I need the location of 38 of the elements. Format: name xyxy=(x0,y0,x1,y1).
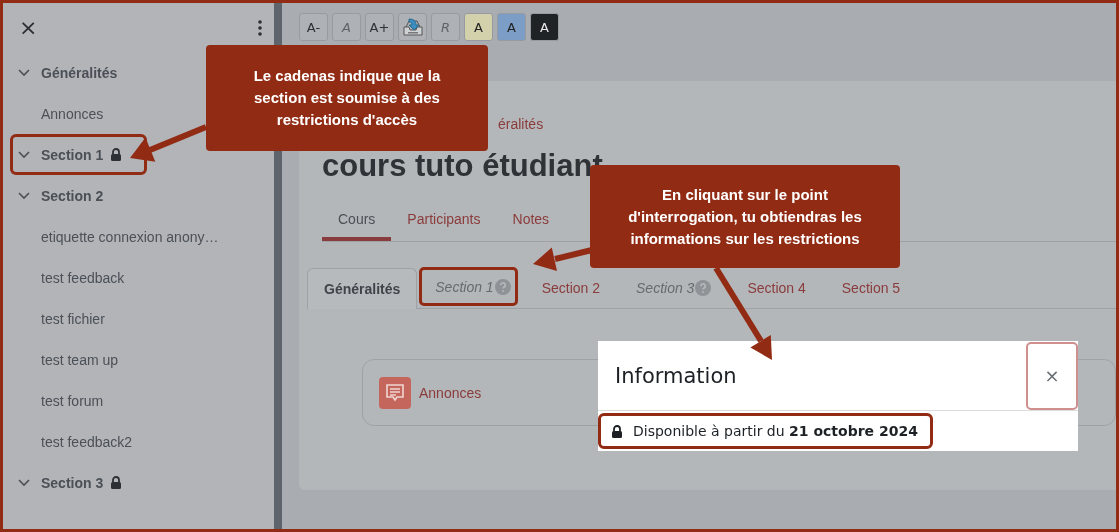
toolbar-button[interactable] xyxy=(398,13,427,41)
section-tab[interactable]: Section 2 xyxy=(541,277,600,299)
arrow xyxy=(533,247,593,271)
callout-tooltip: En cliquant sur le point d'interrogation, tu obtiendras les informations sur les restrictions xyxy=(590,165,900,268)
section-tab[interactable]: Section 1 xyxy=(419,267,518,306)
toolbar-button[interactable]: A+ xyxy=(365,13,394,41)
chat-icon xyxy=(379,376,411,409)
sidebar-item[interactable]: Section 3 xyxy=(10,462,148,503)
sidebar-item[interactable]: test forum xyxy=(10,380,129,421)
close-button[interactable]: × xyxy=(1026,341,1078,410)
sidebar-item[interactable]: test feedback xyxy=(10,257,150,298)
sidebar-item[interactable]: Annonces xyxy=(10,93,129,134)
sidebar-item[interactable]: test fichier xyxy=(10,298,130,339)
activity-link[interactable]: Annonces xyxy=(419,384,482,401)
sidebar-item[interactable]: test feedback2 xyxy=(10,421,158,462)
breadcrumb-link[interactable]: éralités xyxy=(498,116,1116,134)
sidebar-item[interactable]: test team up xyxy=(10,339,144,380)
toolbar-button[interactable]: A xyxy=(497,13,526,41)
callout-tooltip: Le cadenas indique que la section est soumise à des restrictions d'accès xyxy=(206,45,488,151)
more-options-icon[interactable] xyxy=(258,19,262,36)
section-tab[interactable]: Généralités xyxy=(307,268,418,309)
section-tab[interactable]: Section 5 xyxy=(841,277,901,299)
sidebar-item[interactable]: Généralités xyxy=(10,52,143,93)
tab[interactable]: Participants xyxy=(391,200,497,241)
toolbar-button[interactable]: A xyxy=(530,13,559,41)
tab[interactable]: Notes xyxy=(496,200,566,241)
tray-arrow-icon xyxy=(401,16,424,38)
availability-message: Disponible à partir du 21 octobre 2024 xyxy=(633,423,918,439)
lock-icon xyxy=(611,424,623,438)
close-button[interactable]: × xyxy=(17,16,40,39)
tab[interactable]: Cours xyxy=(322,200,392,241)
section-tab[interactable]: Section 3 xyxy=(636,277,712,299)
dialog-title: Information xyxy=(615,363,737,388)
section-tab[interactable]: Section 4 xyxy=(747,277,806,299)
sidebar-item[interactable]: etiquette connexion anony… xyxy=(10,216,244,257)
toolbar-button[interactable]: A xyxy=(464,13,493,41)
sidebar-item[interactable]: Section 2 xyxy=(10,175,129,216)
toolbar-button[interactable]: A- xyxy=(299,13,328,41)
